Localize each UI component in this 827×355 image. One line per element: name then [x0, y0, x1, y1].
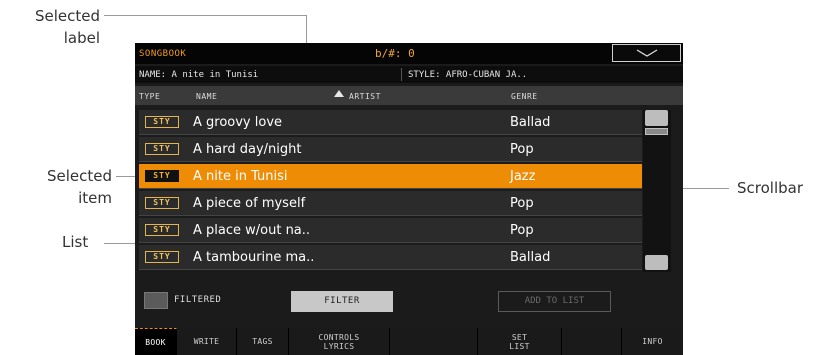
- type-badge: STY: [145, 224, 179, 236]
- song-name: A tambourine ma..: [193, 250, 315, 265]
- column-header-type[interactable]: TYPE: [139, 92, 160, 101]
- callout-list: List: [62, 233, 89, 251]
- tab-label: TAGS: [252, 337, 273, 346]
- callout-selected-item-line2: item: [78, 189, 112, 207]
- page-menu-button[interactable]: [612, 44, 681, 62]
- column-header-name[interactable]: NAME: [196, 92, 217, 101]
- page-title: SONGBOOK: [139, 49, 187, 59]
- callout-selected-item: Selected item: [34, 165, 112, 209]
- column-header-artist[interactable]: ARTIST: [349, 92, 381, 101]
- song-name: A groovy love: [193, 115, 283, 130]
- song-genre: Pop: [510, 223, 534, 238]
- type-badge: STY: [145, 116, 179, 128]
- scroll-thumb[interactable]: [645, 128, 668, 135]
- list-item[interactable]: STY A piece of myself Pop: [139, 191, 642, 216]
- leader-selected-label-h: [104, 15, 307, 16]
- song-genre: Ballad: [510, 115, 551, 130]
- filter-button[interactable]: FILTER: [291, 291, 393, 312]
- tab-label: BOOK: [145, 337, 166, 347]
- title-bar: SONGBOOK b/#: 0: [135, 43, 683, 64]
- list-item[interactable]: STY A groovy love Ballad: [139, 110, 642, 135]
- song-genre: Pop: [510, 196, 534, 211]
- song-genre: Pop: [510, 142, 534, 157]
- filtered-label: FILTERED: [174, 295, 222, 305]
- song-list[interactable]: STY A groovy love Ballad STY A hard day/…: [139, 110, 642, 272]
- column-header-genre[interactable]: GENRE: [511, 92, 538, 101]
- callout-selected-label-line2: label: [63, 29, 100, 47]
- song-name: A hard day/night: [193, 142, 302, 157]
- sort-ascending-icon: [334, 90, 344, 97]
- type-badge: STY: [145, 143, 179, 155]
- scroll-down-button[interactable]: [645, 255, 668, 270]
- song-name: A place w/out na..: [193, 223, 311, 238]
- chevron-down-icon: [636, 49, 658, 57]
- add-to-list-button[interactable]: ADD TO LIST: [498, 291, 611, 312]
- tab-spacer: [390, 328, 478, 355]
- scrollbar[interactable]: [643, 110, 671, 272]
- filtered-checkbox[interactable]: [144, 292, 168, 309]
- type-badge: STY: [145, 251, 179, 263]
- info-bar: NAME: A nite in Tunisi STYLE: AFRO-CUBAN…: [135, 66, 683, 83]
- tab-label: WRITE: [193, 337, 220, 346]
- scroll-up-button[interactable]: [645, 110, 668, 126]
- tab-spacer: [562, 328, 622, 355]
- list-item[interactable]: STY A tambourine ma.. Ballad: [139, 245, 642, 270]
- song-name: A nite in Tunisi: [193, 169, 288, 184]
- tab-label-line1: CONTROLS: [318, 332, 360, 342]
- song-genre: Ballad: [510, 250, 551, 265]
- column-headers: TYPE NAME ARTIST GENRE: [135, 86, 683, 105]
- songbook-screen: SONGBOOK b/#: 0 NAME: A nite in Tunisi S…: [135, 43, 683, 355]
- tab-set-list[interactable]: SET LIST: [478, 328, 562, 355]
- tab-label: INFO: [642, 337, 663, 346]
- list-item[interactable]: STY A hard day/night Pop: [139, 137, 642, 162]
- tab-book[interactable]: BOOK: [135, 328, 177, 355]
- transpose-readout[interactable]: b/#: 0: [375, 47, 415, 60]
- callout-selected-label-line1: Selected: [34, 7, 100, 25]
- tab-bar: BOOK WRITE TAGS CONTROLS LYRICS SET LIST…: [135, 328, 683, 355]
- selected-song-name-label: NAME: A nite in Tunisi: [139, 70, 259, 80]
- song-genre: Jazz: [510, 169, 536, 184]
- callout-selected-label: Selected label: [34, 5, 100, 49]
- tab-write[interactable]: WRITE: [177, 328, 237, 355]
- type-badge: STY: [145, 197, 179, 209]
- info-divider: [401, 68, 402, 81]
- selected-style-label: STYLE: AFRO-CUBAN JA..: [408, 70, 528, 80]
- tab-label-line2: LYRICS: [323, 341, 355, 351]
- tab-label-line2: LIST: [509, 341, 530, 351]
- tab-info[interactable]: INFO: [622, 328, 683, 355]
- tab-tags[interactable]: TAGS: [237, 328, 289, 355]
- tab-controls-lyrics[interactable]: CONTROLS LYRICS: [289, 328, 390, 355]
- callout-scrollbar: Scrollbar: [737, 179, 803, 197]
- type-badge: STY: [145, 170, 179, 182]
- list-item-selected[interactable]: STY A nite in Tunisi Jazz: [139, 164, 642, 189]
- tab-label-line1: SET: [511, 332, 528, 342]
- song-name: A piece of myself: [193, 196, 306, 211]
- callout-selected-item-line1: Selected: [46, 167, 112, 185]
- list-item[interactable]: STY A place w/out na.. Pop: [139, 218, 642, 243]
